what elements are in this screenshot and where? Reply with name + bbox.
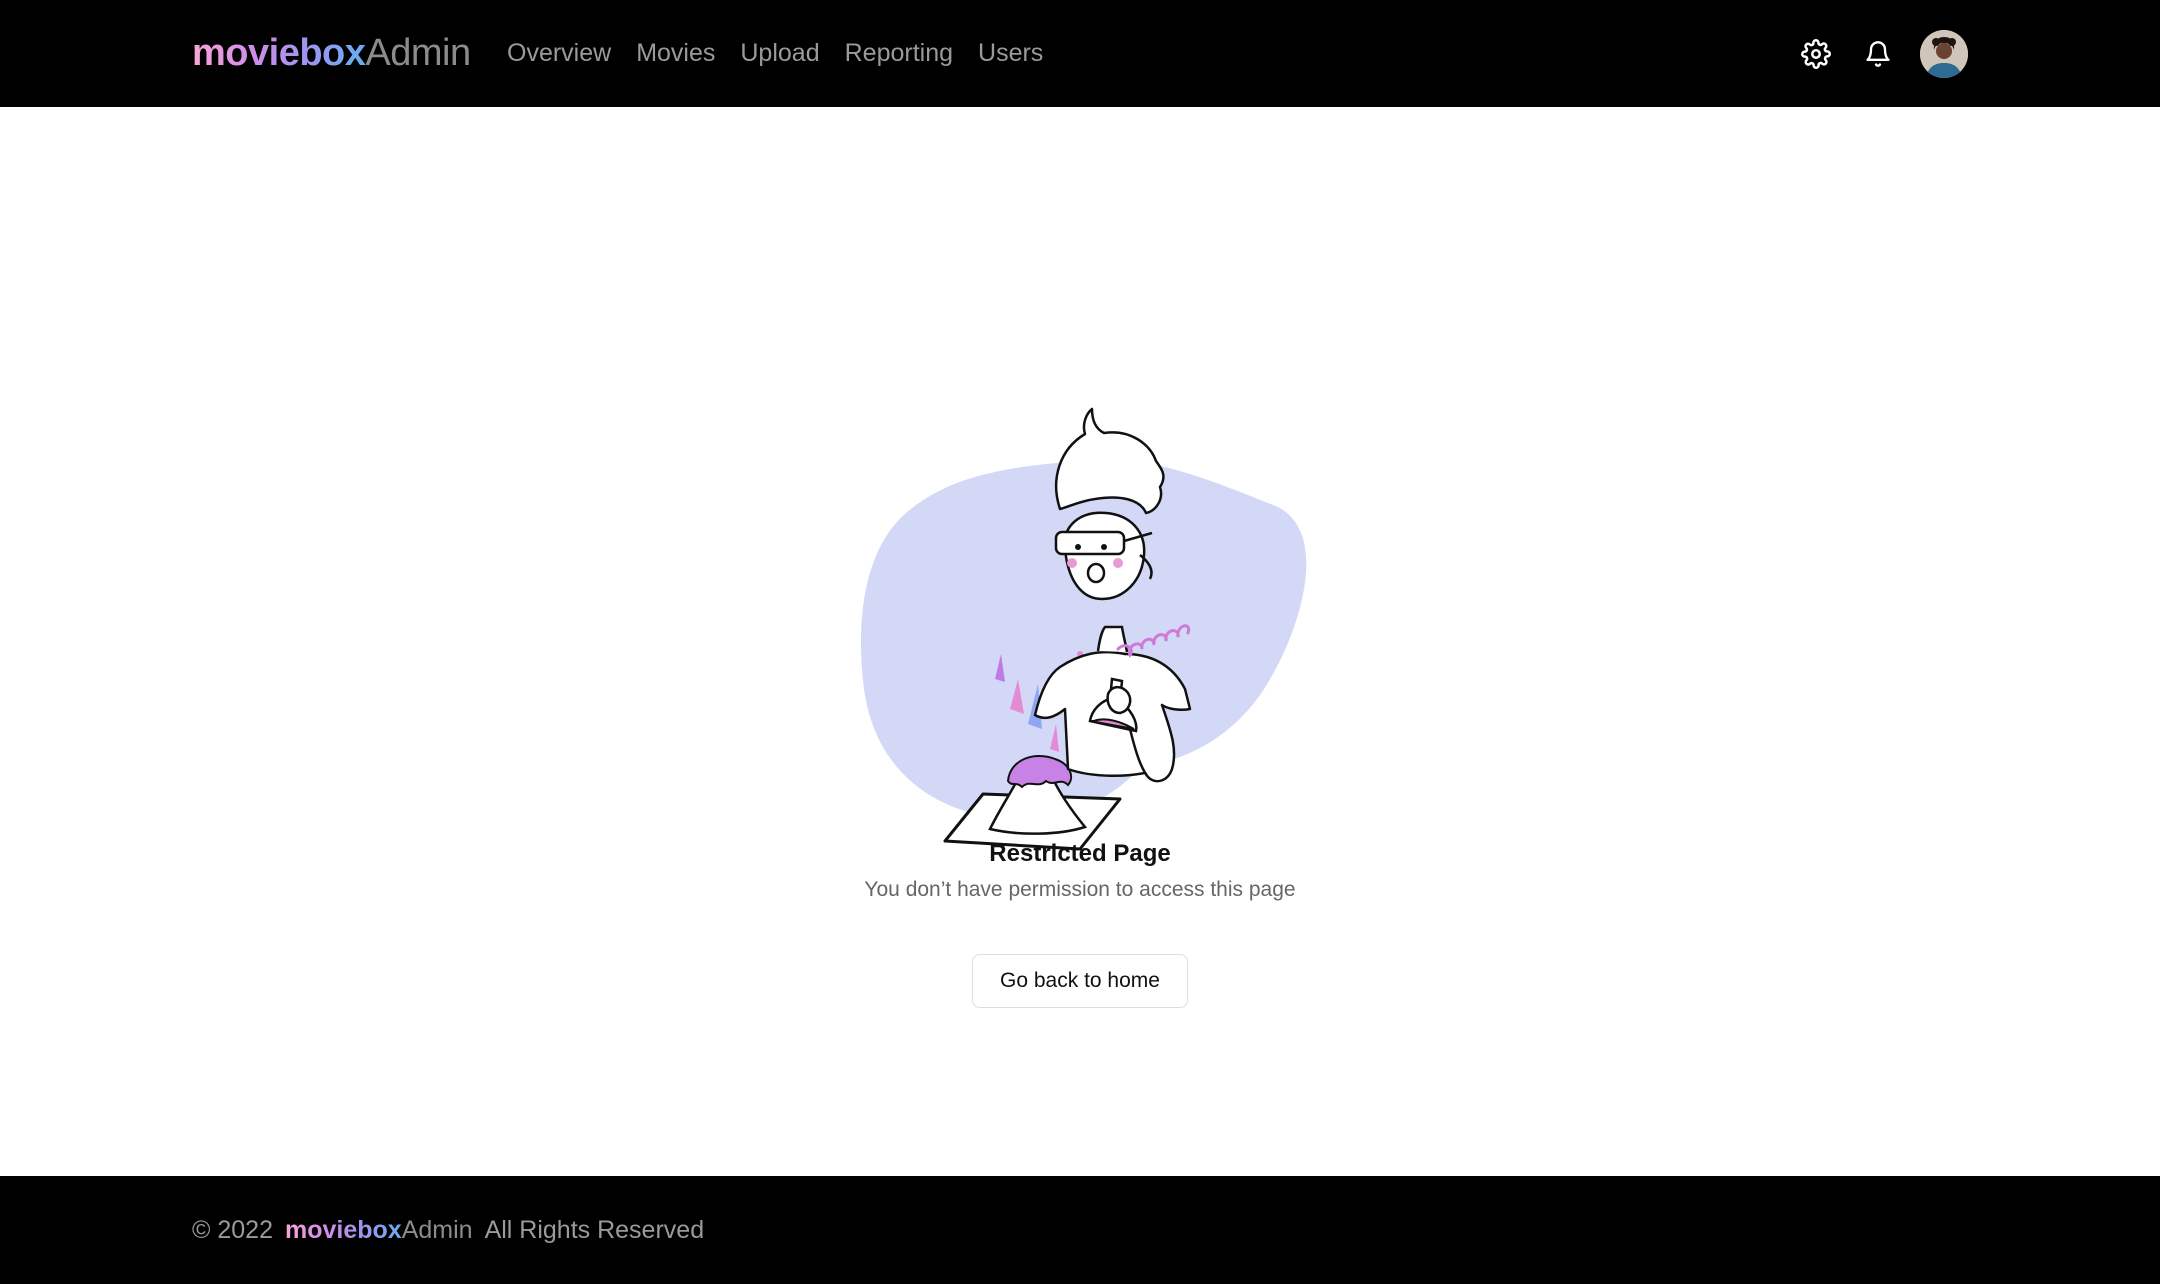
top-navbar: moviebox Admin Overview Movies Upload Rep… [0,0,2160,107]
gear-icon [1801,38,1831,69]
main-nav: Overview Movies Upload Reporting Users [507,0,1068,107]
footer: © 2022 moviebox Admin All Rights Reserved [0,1176,2160,1284]
footer-brand-bold: moviebox [284,1215,402,1244]
go-home-button[interactable]: Go back to home [972,954,1188,1008]
brand-name-light: Admin [365,32,471,74]
illustration-hair [1055,407,1165,515]
footer-brand-light: Admin [401,1215,473,1244]
permission-message: You don’t have permission to access this… [864,878,1296,901]
main-content: Restricted Page You don’t have permissio… [0,107,2160,1176]
header-actions [1796,0,1968,107]
footer-rights: All Rights Reserved [484,1215,705,1244]
bell-icon [1866,40,1890,67]
settings-button[interactable] [1796,34,1836,74]
illustration-head [1063,511,1146,601]
user-avatar[interactable] [1920,29,1968,78]
page-title: Restricted Page [989,840,1171,867]
nav-item-upload[interactable]: Upload [740,39,819,68]
brand-name-bold: moviebox [192,32,366,74]
nav-item-overview[interactable]: Overview [507,39,611,68]
footer-content: © 2022 moviebox Admin All Rights Reserved [192,1176,704,1284]
footer-copyright: © 2022 [192,1215,273,1244]
avatar-image [1920,29,1968,78]
brand-logo[interactable]: moviebox Admin [192,0,471,107]
footer-brand-logo[interactable]: moviebox Admin [285,1216,473,1245]
notifications-button[interactable] [1858,34,1898,74]
illustration-goggles [1054,530,1126,556]
nav-item-movies[interactable]: Movies [636,39,715,68]
nav-item-users[interactable]: Users [978,39,1043,68]
nav-item-reporting[interactable]: Reporting [845,39,953,68]
restricted-illustration [860,407,1307,851]
